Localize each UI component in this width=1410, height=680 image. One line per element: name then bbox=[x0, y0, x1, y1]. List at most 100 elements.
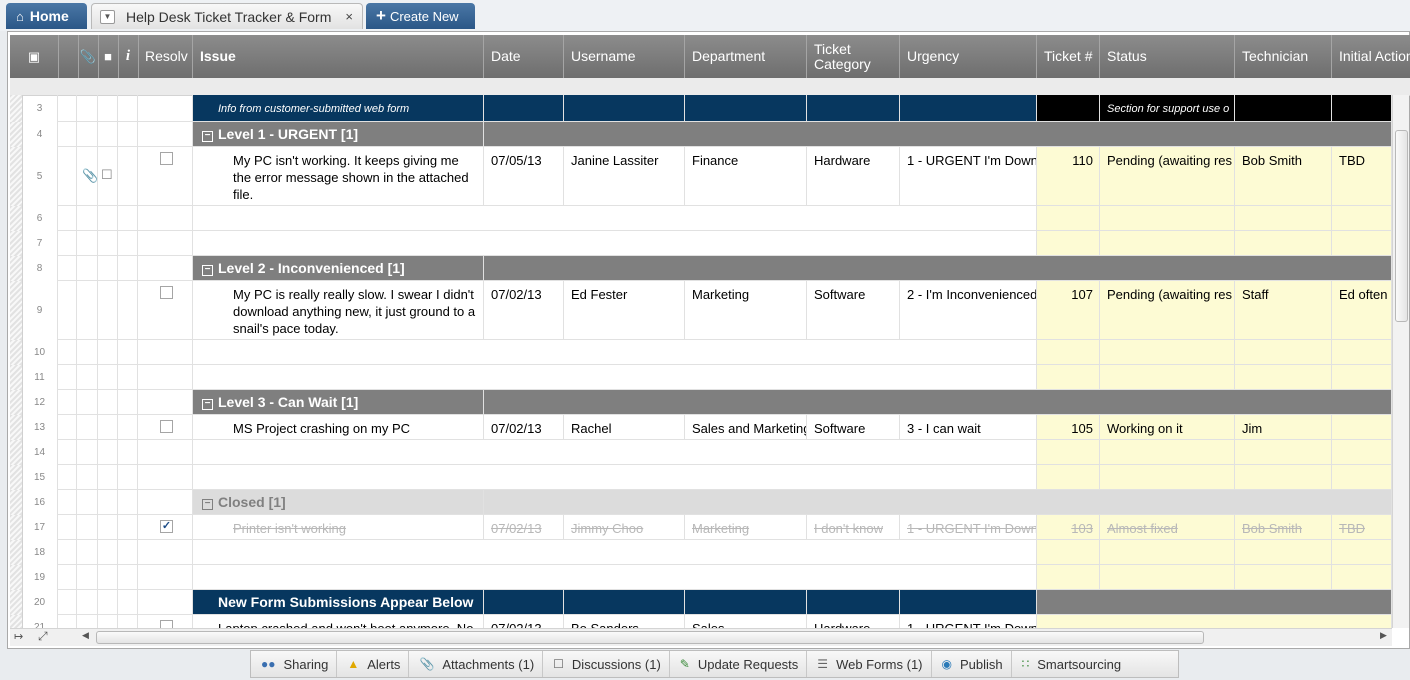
sharing-tab[interactable]: ●● Sharing bbox=[251, 651, 338, 677]
username-cell[interactable]: Jimmy Choo bbox=[564, 515, 685, 540]
category-cell[interactable]: I don't know bbox=[807, 515, 900, 540]
status-cell[interactable]: Pending (awaiting res bbox=[1100, 281, 1235, 340]
comment-icon[interactable]: ☐ bbox=[98, 147, 118, 206]
department-cell[interactable]: Finance bbox=[685, 147, 807, 206]
horizontal-scrollbar[interactable]: ↦ ⤢ ◀ ▶ bbox=[10, 628, 1392, 646]
resolved-checkbox-checked[interactable]: ✓ bbox=[160, 520, 173, 533]
urgency-cell[interactable]: 1 - URGENT I'm Down bbox=[900, 147, 1037, 206]
date-cell[interactable]: 07/02/13 bbox=[484, 281, 564, 340]
ticket-number-cell[interactable]: 103 bbox=[1037, 515, 1100, 540]
issue-cell[interactable]: Printer isn't working bbox=[193, 515, 484, 540]
publish-tab[interactable]: ◉ Publish bbox=[932, 651, 1012, 677]
close-icon[interactable]: × bbox=[345, 9, 353, 24]
category-cell[interactable]: Hardware bbox=[807, 615, 900, 628]
col-date[interactable]: Date bbox=[484, 35, 564, 78]
table-row[interactable]: 12 − Level 3 - Can Wait [1] bbox=[10, 390, 1392, 415]
collapse-icon[interactable]: − bbox=[202, 265, 213, 276]
category-cell[interactable]: Software bbox=[807, 281, 900, 340]
col-ticket-category[interactable]: Ticket Category bbox=[807, 35, 900, 78]
resolved-checkbox[interactable] bbox=[160, 620, 173, 628]
technician-cell[interactable]: Bob Smith bbox=[1235, 147, 1332, 206]
collapse-icon[interactable]: − bbox=[202, 131, 213, 142]
ticket-number-cell[interactable]: 110 bbox=[1037, 147, 1100, 206]
col-resolved[interactable]: Resolv bbox=[138, 35, 193, 78]
status-cell[interactable]: Pending (awaiting res bbox=[1100, 147, 1235, 206]
save-icon[interactable]: ▣ bbox=[10, 35, 59, 78]
scroll-right-arrow-icon[interactable]: ▶ bbox=[1380, 630, 1387, 641]
status-cell[interactable]: Almost fixed bbox=[1100, 515, 1235, 540]
table-row[interactable]: 19 bbox=[10, 565, 1392, 590]
table-row[interactable]: 21 Laptop crashed and won't boot anymore… bbox=[10, 615, 1392, 628]
attachment-icon[interactable]: 📎 bbox=[77, 147, 98, 206]
username-cell[interactable]: Ed Fester bbox=[564, 281, 685, 340]
horizontal-scroll-thumb[interactable] bbox=[96, 631, 1204, 644]
expand-icon[interactable]: ⤢ bbox=[38, 629, 48, 644]
table-row[interactable]: 9 My PC is really really slow. I swear I… bbox=[10, 281, 1392, 340]
group-level3[interactable]: − Level 3 - Can Wait [1] bbox=[193, 390, 484, 415]
urgency-cell[interactable]: 1 - URGENT I'm Down bbox=[900, 615, 1037, 628]
issue-cell[interactable]: My PC isn't working. It keeps giving me … bbox=[193, 147, 484, 206]
collapse-icon[interactable]: − bbox=[202, 399, 213, 410]
group-level2[interactable]: − Level 2 - Inconvenienced [1] bbox=[193, 256, 484, 281]
web-forms-tab[interactable]: ☰ Web Forms (1) bbox=[807, 651, 932, 677]
attachments-tab[interactable]: 📎 Attachments (1) bbox=[409, 651, 544, 677]
table-row[interactable]: 10 bbox=[10, 340, 1392, 365]
issue-cell[interactable]: Laptop crashed and won't boot anymore. N… bbox=[193, 615, 484, 628]
sheet-tab[interactable]: ▼ Help Desk Ticket Tracker & Form × bbox=[91, 3, 363, 29]
department-cell[interactable]: Sales bbox=[685, 615, 807, 628]
category-cell[interactable]: Hardware bbox=[807, 147, 900, 206]
table-row[interactable]: 6 bbox=[10, 206, 1392, 231]
collapse-icon[interactable]: − bbox=[202, 499, 213, 510]
status-cell[interactable]: Working on it bbox=[1100, 415, 1235, 440]
resolved-checkbox[interactable] bbox=[160, 286, 173, 299]
date-cell[interactable]: 07/02/13 bbox=[484, 615, 564, 628]
urgency-cell[interactable]: 2 - I'm Inconvenienced bbox=[900, 281, 1037, 340]
col-initial-action[interactable]: Initial Action bbox=[1332, 35, 1410, 78]
col-status[interactable]: Status bbox=[1100, 35, 1235, 78]
resolved-checkbox[interactable] bbox=[160, 152, 173, 165]
col-ticket-number[interactable]: Ticket # bbox=[1037, 35, 1100, 78]
table-row[interactable]: 14 bbox=[10, 440, 1392, 465]
table-row[interactable]: 5 📎 ☐ My PC isn't working. It keeps givi… bbox=[10, 147, 1392, 206]
discussions-tab[interactable]: ☐ Discussions (1) bbox=[543, 651, 670, 677]
col-username[interactable]: Username bbox=[564, 35, 685, 78]
initial-action-cell[interactable]: TBD bbox=[1332, 147, 1392, 206]
category-cell[interactable]: Software bbox=[807, 415, 900, 440]
username-cell[interactable]: Rachel bbox=[564, 415, 685, 440]
department-cell[interactable]: Marketing bbox=[685, 281, 807, 340]
date-cell[interactable]: 07/02/13 bbox=[484, 415, 564, 440]
vertical-scroll-thumb[interactable] bbox=[1395, 130, 1408, 322]
scroll-left-arrow-icon[interactable]: ◀ bbox=[82, 630, 89, 641]
ticket-number-cell[interactable]: 105 bbox=[1037, 415, 1100, 440]
table-row[interactable]: 4 − Level 1 - URGENT [1] bbox=[10, 122, 1392, 147]
table-row[interactable]: 11 bbox=[10, 365, 1392, 390]
attachment-column-icon[interactable]: 📎 bbox=[78, 35, 99, 78]
technician-cell[interactable]: Jim bbox=[1235, 415, 1332, 440]
initial-action-cell[interactable] bbox=[1332, 415, 1392, 440]
resolved-checkbox[interactable] bbox=[160, 420, 173, 433]
date-cell[interactable]: 07/02/13 bbox=[484, 515, 564, 540]
urgency-cell[interactable]: 3 - I can wait bbox=[900, 415, 1037, 440]
table-row[interactable]: 3 Info from customer-submitted web form … bbox=[10, 95, 1392, 122]
ticket-number-cell[interactable]: 107 bbox=[1037, 281, 1100, 340]
info-column-icon[interactable]: i bbox=[118, 35, 139, 78]
table-row[interactable]: 16 − Closed [1] bbox=[10, 490, 1392, 515]
col-issue[interactable]: Issue bbox=[193, 35, 484, 78]
dropdown-icon[interactable]: ▼ bbox=[100, 9, 115, 24]
comment-column-icon[interactable]: ■ bbox=[98, 35, 119, 78]
table-row[interactable]: 8 − Level 2 - Inconvenienced [1] bbox=[10, 256, 1392, 281]
freeze-columns-icon[interactable]: ↦ bbox=[14, 630, 23, 643]
department-cell[interactable]: Marketing bbox=[685, 515, 807, 540]
technician-cell[interactable]: Staff bbox=[1235, 281, 1332, 340]
table-row[interactable]: 7 bbox=[10, 231, 1392, 256]
table-row[interactable]: 15 bbox=[10, 465, 1392, 490]
date-cell[interactable]: 07/05/13 bbox=[484, 147, 564, 206]
initial-action-cell[interactable]: TBD bbox=[1332, 515, 1392, 540]
issue-cell[interactable]: MS Project crashing on my PC bbox=[193, 415, 484, 440]
col-urgency[interactable]: Urgency bbox=[900, 35, 1037, 78]
group-level1[interactable]: − Level 1 - URGENT [1] bbox=[193, 122, 484, 147]
col-technician[interactable]: Technician bbox=[1235, 35, 1332, 78]
table-row[interactable]: 17 ✓ Printer isn't working 07/02/13 Jimm… bbox=[10, 515, 1392, 540]
username-cell[interactable]: Bo Sanders bbox=[564, 615, 685, 628]
issue-cell[interactable]: My PC is really really slow. I swear I d… bbox=[193, 281, 484, 340]
